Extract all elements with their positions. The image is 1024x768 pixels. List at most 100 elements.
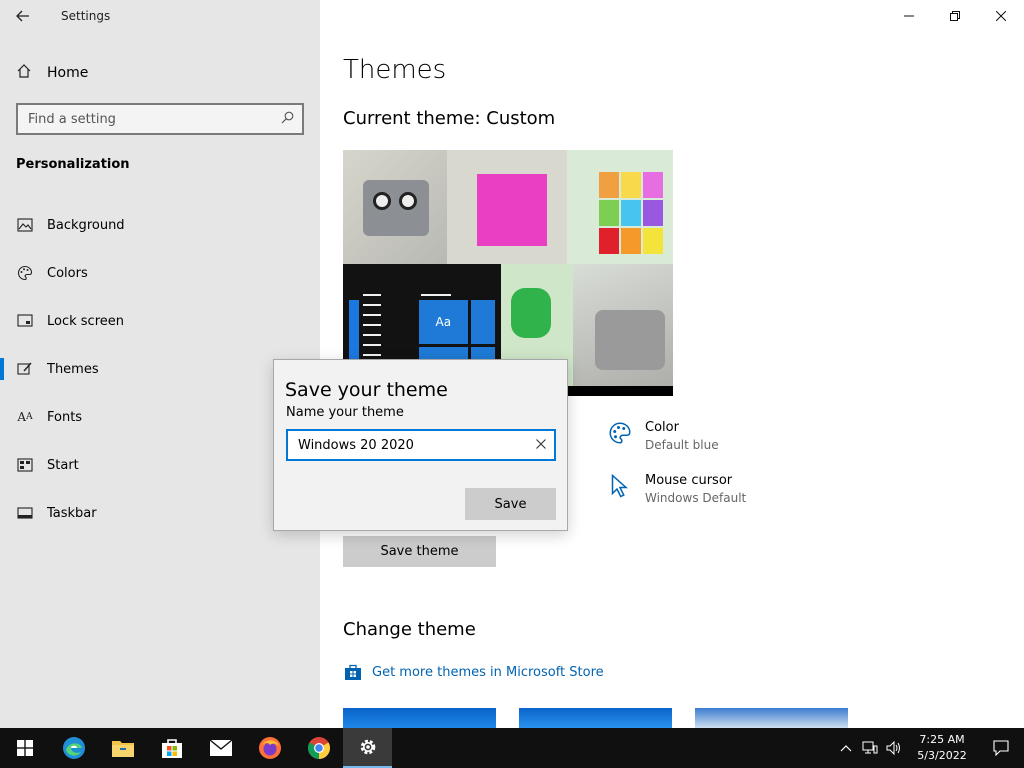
store-icon: [161, 739, 182, 758]
save-theme-button[interactable]: Save theme: [343, 536, 496, 567]
store-link[interactable]: Get more themes in Microsoft Store: [343, 662, 604, 682]
settings-gear-icon: [360, 739, 375, 755]
minimize-button[interactable]: [886, 0, 932, 32]
store-bag-icon: [343, 662, 363, 682]
store-link-label: Get more themes in Microsoft Store: [372, 664, 604, 680]
sidebar-item-start[interactable]: Start: [0, 441, 320, 489]
volume-icon[interactable]: [882, 728, 906, 768]
firefox-icon: [258, 737, 281, 759]
sidebar-item-fonts[interactable]: AA Fonts: [0, 393, 320, 441]
sidebar-item-label: Fonts: [47, 409, 83, 425]
taskbar-clock[interactable]: 7:25 AM 5/3/2022: [906, 732, 978, 764]
sidebar-item-label: Background: [47, 217, 125, 233]
window-controls: [886, 0, 1024, 32]
theme-thumbnail[interactable]: [343, 708, 496, 728]
color-setting-title: Color: [645, 420, 679, 435]
clock-time: 7:25 AM: [919, 733, 965, 746]
page-title: Themes: [343, 55, 447, 85]
mouse-cursor-title: Mouse cursor: [645, 473, 733, 488]
sidebar-nav: Background Colors Lock screen Themes AA …: [0, 201, 320, 537]
font-icon: AA: [17, 410, 33, 424]
settings-sidebar: Settings Home Personalization Background…: [0, 0, 320, 728]
system-tray: 7:25 AM 5/3/2022: [834, 728, 1024, 768]
lock-screen-icon: [16, 312, 34, 330]
save-theme-dialog: Save your theme Name your theme Save: [273, 359, 568, 531]
taskbar-app-chrome[interactable]: [294, 728, 343, 768]
clock-date: 5/3/2022: [917, 749, 967, 762]
preview-character: [477, 174, 547, 246]
file-explorer-icon: [111, 741, 134, 757]
mouse-cursor-setting[interactable]: Mouse cursor Windows Default: [607, 473, 746, 505]
palette-icon: [16, 264, 34, 282]
palette-icon: [607, 420, 633, 446]
sidebar-item-label: Taskbar: [47, 505, 97, 521]
windows-start-icon: [16, 740, 33, 756]
theme-name-field[interactable]: [286, 429, 556, 461]
app-title: Settings: [61, 9, 111, 23]
home-icon: [16, 63, 34, 83]
taskbar-app-settings[interactable]: [343, 728, 392, 768]
sidebar-item-colors[interactable]: Colors: [0, 249, 320, 297]
cursor-icon: [607, 473, 633, 499]
taskbar-icon: [16, 504, 34, 522]
taskbar-app-firefox[interactable]: [245, 728, 294, 768]
theme-name-input[interactable]: [298, 437, 536, 453]
taskbar: 7:25 AM 5/3/2022: [0, 728, 1024, 768]
close-icon: [996, 11, 1006, 21]
theme-thumbnail[interactable]: [695, 708, 848, 728]
dialog-label: Name your theme: [286, 405, 404, 420]
chrome-icon: [307, 737, 330, 759]
notification-icon: [993, 740, 1009, 756]
preview-character-eye: [399, 192, 417, 210]
preview-tile-text: Aa: [419, 300, 468, 344]
image-icon: [16, 216, 34, 234]
sidebar-item-label: Lock screen: [47, 313, 124, 329]
sidebar-item-taskbar[interactable]: Taskbar: [0, 489, 320, 537]
sidebar-item-label: Themes: [47, 361, 99, 377]
sidebar-item-home[interactable]: Home: [0, 56, 320, 90]
start-button[interactable]: [0, 728, 49, 768]
taskbar-app-edge[interactable]: [49, 728, 98, 768]
sidebar-item-themes[interactable]: Themes: [0, 345, 320, 393]
taskbar-app-file-explorer[interactable]: [98, 728, 147, 768]
close-button[interactable]: [978, 0, 1024, 32]
sidebar-item-label: Start: [47, 457, 79, 473]
search-icon[interactable]: [281, 111, 294, 127]
edge-icon: [62, 737, 85, 759]
mail-icon: [209, 739, 232, 756]
dialog-title: Save your theme: [285, 379, 448, 401]
section-title: Personalization: [16, 157, 130, 172]
preview-character-eye: [373, 192, 391, 210]
preview-character: [511, 288, 551, 338]
start-grid-icon: [16, 456, 34, 474]
sidebar-item-lock-screen[interactable]: Lock screen: [0, 297, 320, 345]
taskbar-app-store[interactable]: [147, 728, 196, 768]
change-theme-heading: Change theme: [343, 619, 476, 640]
dialog-save-button[interactable]: Save: [465, 488, 556, 520]
minimize-icon: [904, 15, 914, 17]
show-hidden-icons-chevron-icon[interactable]: [834, 728, 858, 768]
preview-character: [599, 172, 663, 254]
back-button[interactable]: [0, 0, 46, 32]
action-center-button[interactable]: [978, 728, 1024, 768]
search-box[interactable]: [16, 103, 304, 135]
color-setting-value: Default blue: [645, 438, 719, 452]
home-label: Home: [47, 65, 89, 81]
title-bar: Settings: [0, 0, 320, 32]
current-theme-heading: Current theme: Custom: [343, 108, 556, 129]
color-setting[interactable]: Color Default blue: [607, 420, 719, 452]
restore-icon: [950, 11, 960, 21]
sidebar-item-label: Colors: [47, 265, 88, 281]
preview-character: [595, 310, 665, 370]
mouse-cursor-value: Windows Default: [645, 491, 747, 505]
restore-button[interactable]: [932, 0, 978, 32]
search-input[interactable]: [28, 111, 281, 127]
back-arrow-icon: [16, 10, 29, 22]
theme-thumbnail[interactable]: [519, 708, 672, 728]
taskbar-app-mail[interactable]: [196, 728, 245, 768]
preview-character: [363, 180, 429, 236]
sidebar-item-background[interactable]: Background: [0, 201, 320, 249]
brush-icon: [16, 360, 34, 378]
network-icon[interactable]: [858, 728, 882, 768]
clear-x-icon[interactable]: [536, 438, 546, 453]
